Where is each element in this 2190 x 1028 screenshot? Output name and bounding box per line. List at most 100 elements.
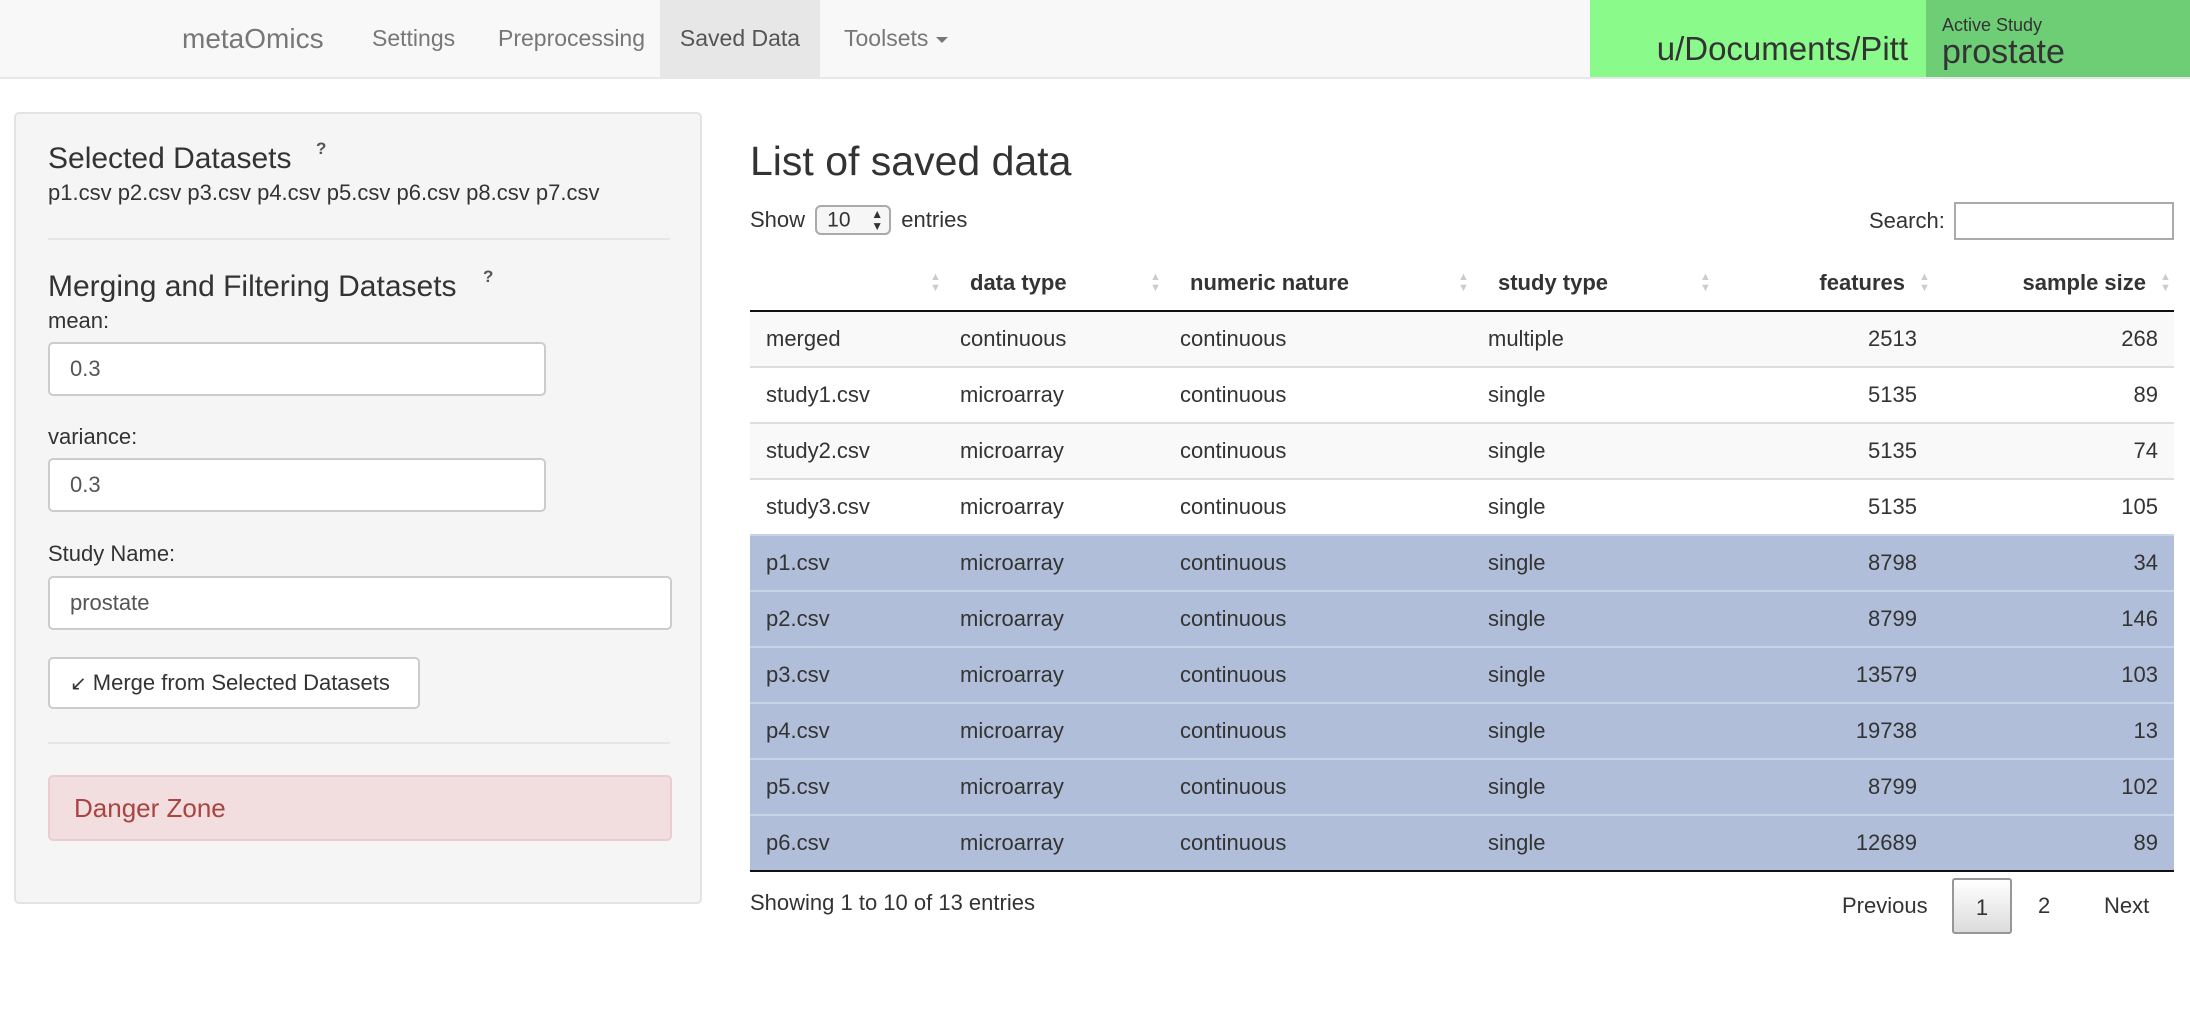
cell-data-type: microarray xyxy=(944,590,1164,647)
compress-icon: ↙ xyxy=(70,673,87,695)
cell-features: 12689 xyxy=(1714,814,1933,872)
col-header-name[interactable]: ▲ ▼ xyxy=(750,255,944,312)
mean-input[interactable]: 0.3 xyxy=(48,342,546,396)
cell-data-type: microarray xyxy=(944,646,1164,703)
table-header-row: ▲ ▼ data type ▲ ▼ numeric nature ▲ ▼ study ty… xyxy=(750,255,2174,312)
nav-settings-label: Settings xyxy=(372,25,456,51)
search-label: Search: xyxy=(1869,208,1945,233)
study-name-input[interactable]: prostate xyxy=(48,576,672,630)
selected-datasets-header: Selected Datasets ? xyxy=(48,139,326,176)
col-header-data-type[interactable]: data type ▲ ▼ xyxy=(944,255,1164,312)
merge-button-label: Merge from Selected Datasets xyxy=(92,670,390,695)
cell-sample-size: 268 xyxy=(1933,311,2174,367)
study-name-label: Study Name: xyxy=(48,541,176,566)
col-header-sample-size[interactable]: sample size ▲ ▼ xyxy=(1933,255,2174,312)
danger-zone-panel[interactable]: Danger Zone xyxy=(48,775,672,841)
cell-study-type: single xyxy=(1472,646,1714,703)
table-row[interactable]: p5.csv microarray continuous single 8799 102 xyxy=(750,758,2174,815)
nav-saved-data[interactable]: Saved Data xyxy=(660,0,820,77)
cell-features: 5135 xyxy=(1714,366,1933,423)
active-study-name: prostate xyxy=(1942,33,2065,71)
active-study-box: Active Study prostate xyxy=(1926,0,2190,77)
cell-features: 5135 xyxy=(1714,422,1933,479)
cell-features: 13579 xyxy=(1714,646,1933,703)
nav-settings[interactable]: Settings xyxy=(348,0,479,77)
cell-study-type: single xyxy=(1472,814,1714,872)
brand-logo[interactable]: metaOmics xyxy=(182,0,324,77)
table-row[interactable]: p1.csv microarray continuous single 8798 34 xyxy=(750,534,2174,591)
cell-sample-size: 89 xyxy=(1933,814,2174,872)
selected-datasets-title: Selected Datasets xyxy=(48,142,292,175)
search-input[interactable] xyxy=(1954,202,2174,240)
divider xyxy=(48,238,670,240)
cell-sample-size: 74 xyxy=(1933,422,2174,479)
table-row[interactable]: p6.csv microarray continuous single 12689 89 xyxy=(750,814,2174,872)
cell-numeric-nature: continuous xyxy=(1164,366,1472,423)
cell-sample-size: 13 xyxy=(1933,702,2174,759)
table-row[interactable]: study1.csv microarray continuous single 5135… xyxy=(750,366,2174,423)
cell-sample-size: 89 xyxy=(1933,366,2174,423)
table-row[interactable]: merged continuous continuous multiple 2513 26… xyxy=(750,311,2174,367)
cell-sample-size: 105 xyxy=(1933,478,2174,535)
cell-sample-size: 103 xyxy=(1933,646,2174,703)
cell-sample-size: 34 xyxy=(1933,534,2174,591)
cell-features: 19738 xyxy=(1714,702,1933,759)
cell-numeric-nature: continuous xyxy=(1164,758,1472,815)
sort-icon: ▲ ▼ xyxy=(930,271,941,294)
cell-numeric-nature: continuous xyxy=(1164,534,1472,591)
pagination-page-2[interactable]: 2 xyxy=(2038,878,2050,934)
pagination-page-1[interactable]: 1 xyxy=(1952,878,2012,934)
nav-preprocessing[interactable]: Preprocessing xyxy=(474,0,669,77)
cell-data-type: microarray xyxy=(944,478,1164,535)
table-row[interactable]: study2.csv microarray continuous single 5135… xyxy=(750,422,2174,479)
select-arrows-icon: ▲ ▼ xyxy=(871,207,884,233)
cell-name: p2.csv xyxy=(750,590,944,647)
cell-study-type: single xyxy=(1472,422,1714,479)
cell-data-type: continuous xyxy=(944,311,1164,367)
selected-datasets-list: p1.csv p2.csv p3.csv p4.csv p5.csv p6.cs… xyxy=(48,180,600,205)
cell-numeric-nature: continuous xyxy=(1164,590,1472,647)
selected-datasets-help-icon[interactable]: ? xyxy=(316,139,326,158)
cell-name: study3.csv xyxy=(750,478,944,535)
table-row[interactable]: p4.csv microarray continuous single 19738 13 xyxy=(750,702,2174,759)
col-header-study-type[interactable]: study type ▲ ▼ xyxy=(1472,255,1714,312)
table-row[interactable]: p3.csv microarray continuous single 13579 103 xyxy=(750,646,2174,703)
cell-study-type: single xyxy=(1472,366,1714,423)
col-header-numeric-nature[interactable]: numeric nature ▲ ▼ xyxy=(1164,255,1472,312)
merging-help-icon[interactable]: ? xyxy=(483,267,493,286)
caret-down-icon xyxy=(936,36,949,43)
pagination-previous[interactable]: Previous xyxy=(1842,878,1928,934)
page-title: List of saved data xyxy=(750,138,1072,184)
sort-icon: ▲ ▼ xyxy=(1150,271,1161,294)
pagination-next[interactable]: Next xyxy=(2104,878,2149,934)
cell-numeric-nature: continuous xyxy=(1164,311,1472,367)
cell-data-type: microarray xyxy=(944,422,1164,479)
sort-icon: ▲ ▼ xyxy=(1700,271,1711,294)
nav-preprocessing-label: Preprocessing xyxy=(498,25,646,51)
nav-toolsets-label: Toolsets xyxy=(844,25,929,51)
cell-study-type: single xyxy=(1472,702,1714,759)
variance-input[interactable]: 0.3 xyxy=(48,458,546,512)
cell-study-type: multiple xyxy=(1472,311,1714,367)
cell-sample-size: 146 xyxy=(1933,590,2174,647)
table-row[interactable]: study3.csv microarray continuous single 5135… xyxy=(750,478,2174,535)
navbar: metaOmics Settings Preprocessing Saved D… xyxy=(0,0,2190,79)
col-header-features[interactable]: features ▲ ▼ xyxy=(1714,255,1933,312)
sort-icon: ▲ ▼ xyxy=(1458,271,1469,294)
entries-select[interactable]: 10 ▲ ▼ xyxy=(815,205,892,235)
merge-button[interactable]: ↙ Merge from Selected Datasets xyxy=(48,657,420,709)
cell-name: study1.csv xyxy=(750,366,944,423)
cell-name: p4.csv xyxy=(750,702,944,759)
table-row[interactable]: p2.csv microarray continuous single 8799 146 xyxy=(750,590,2174,647)
cell-data-type: microarray xyxy=(944,814,1164,872)
table-info: Showing 1 to 10 of 13 entries xyxy=(750,890,1035,915)
cell-numeric-nature: continuous xyxy=(1164,478,1472,535)
cell-data-type: microarray xyxy=(944,534,1164,591)
cell-features: 2513 xyxy=(1714,311,1933,367)
cell-study-type: single xyxy=(1472,534,1714,591)
divider xyxy=(48,742,670,744)
variance-label: variance: xyxy=(48,424,138,449)
nav-toolsets[interactable]: Toolsets xyxy=(820,0,972,77)
cell-name: p5.csv xyxy=(750,758,944,815)
entries-length-control: Show 10 ▲ ▼ entries xyxy=(750,205,967,235)
